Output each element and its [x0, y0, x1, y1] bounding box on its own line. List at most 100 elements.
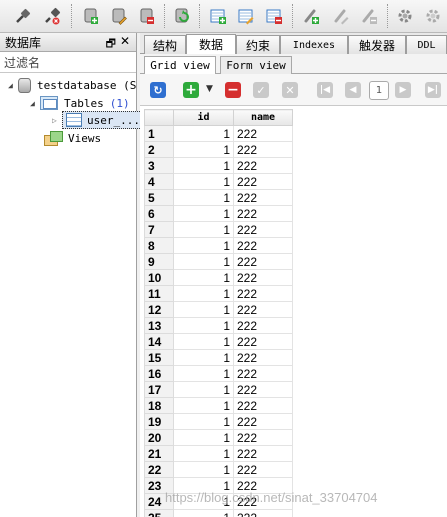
edit-table-icon[interactable] [235, 5, 257, 27]
commit-check-icon[interactable]: ✓ [253, 82, 269, 98]
row-number-cell[interactable]: 8 [144, 237, 174, 254]
delete-row-icon[interactable]: − [225, 82, 241, 98]
id-cell[interactable]: 1 [173, 269, 234, 286]
name-cell[interactable]: 222 [233, 445, 293, 462]
id-cell[interactable]: 1 [173, 141, 234, 158]
add-table-icon[interactable] [207, 5, 229, 27]
id-cell[interactable]: 1 [173, 285, 234, 302]
id-cell[interactable]: 1 [173, 237, 234, 254]
name-cell[interactable]: 222 [233, 365, 293, 382]
delete-index-icon[interactable] [358, 5, 380, 27]
table-row[interactable]: 17 1 222 [144, 381, 293, 398]
refresh-icon[interactable]: ↻ [150, 82, 166, 98]
name-cell[interactable]: 222 [233, 205, 293, 222]
expanded-caret-icon[interactable]: ◢ [8, 81, 18, 90]
previous-page-icon[interactable]: ◀ [345, 82, 361, 98]
row-number-header[interactable] [144, 109, 174, 126]
tab-data[interactable]: 数据 [186, 34, 236, 54]
tree-item-database[interactable]: ◢ testdatabase (S [8, 76, 136, 94]
row-number-cell[interactable]: 14 [144, 333, 174, 350]
tab-indexes[interactable]: Indexes [280, 35, 348, 54]
tree-item-views[interactable]: Views [44, 129, 101, 147]
page-number-field[interactable]: 1 [369, 81, 389, 100]
id-cell[interactable]: 1 [173, 157, 234, 174]
row-number-cell[interactable]: 9 [144, 253, 174, 270]
table-row[interactable]: 6 1 222 [144, 205, 293, 222]
name-cell[interactable]: 222 [233, 429, 293, 446]
column-header-name[interactable]: name [233, 109, 293, 126]
next-page-icon[interactable]: ▶ [395, 82, 411, 98]
options-gear-icon[interactable] [422, 5, 444, 27]
tree-item-table-user[interactable]: ▷ user_... [52, 111, 144, 129]
settings-gear-icon[interactable] [394, 5, 416, 27]
name-cell[interactable]: 222 [233, 333, 293, 350]
row-number-cell[interactable]: 16 [144, 365, 174, 382]
table-row[interactable]: 3 1 222 [144, 157, 293, 174]
table-row[interactable]: 22 1 222 [144, 461, 293, 478]
edit-index-icon[interactable] [330, 5, 352, 27]
table-row[interactable]: 251222 [144, 509, 293, 517]
row-number-cell[interactable]: 4 [144, 173, 174, 190]
tab-triggers[interactable]: 触发器 [348, 35, 406, 54]
add-database-icon[interactable] [80, 5, 102, 27]
id-cell[interactable]: 1 [173, 189, 234, 206]
row-number-cell[interactable]: 17 [144, 381, 174, 398]
table-row[interactable]: 13 1 222 [144, 317, 293, 334]
table-row[interactable]: 4 1 222 [144, 173, 293, 190]
name-cell[interactable]: 222 [233, 237, 293, 254]
name-cell[interactable]: 222 [233, 285, 293, 302]
id-cell[interactable]: 1 [173, 205, 234, 222]
table-row[interactable]: 19 1 222 [144, 413, 293, 430]
table-row[interactable]: 2 1 222 [144, 141, 293, 158]
name-cell[interactable]: 222 [233, 349, 293, 366]
name-cell[interactable]: 222 [233, 397, 293, 414]
tab-form-view[interactable]: Form view [220, 56, 292, 74]
id-cell[interactable]: 1 [173, 509, 234, 517]
tab-structure[interactable]: 结构 [144, 35, 186, 54]
table-row[interactable]: 8 1 222 [144, 237, 293, 254]
rollback-x-icon[interactable]: ✕ [282, 82, 298, 98]
name-cell[interactable]: 222 [233, 125, 293, 142]
table-row[interactable]: 18 1 222 [144, 397, 293, 414]
name-cell[interactable]: 222 [233, 253, 293, 270]
delete-table-icon[interactable] [263, 5, 285, 27]
add-index-icon[interactable] [300, 5, 322, 27]
row-number-cell[interactable]: 18 [144, 397, 174, 414]
row-number-cell[interactable]: 7 [144, 221, 174, 238]
table-row[interactable]: 20 1 222 [144, 429, 293, 446]
name-cell[interactable]: 222 [233, 381, 293, 398]
table-row[interactable]: 7 1 222 [144, 221, 293, 238]
id-cell[interactable]: 1 [173, 397, 234, 414]
id-cell[interactable]: 1 [173, 221, 234, 238]
table-row[interactable]: 10 1 222 [144, 269, 293, 286]
column-header-id[interactable]: id [173, 109, 234, 126]
disconnect-plug-icon[interactable] [41, 5, 63, 27]
id-cell[interactable]: 1 [173, 349, 234, 366]
row-number-cell[interactable]: 3 [144, 157, 174, 174]
name-cell[interactable]: 222 [233, 461, 293, 478]
id-cell[interactable]: 1 [173, 333, 234, 350]
filter-input[interactable]: 过滤名 [0, 52, 136, 73]
tab-constraints[interactable]: 约束 [236, 35, 280, 54]
row-number-cell[interactable]: 15 [144, 349, 174, 366]
id-cell[interactable]: 1 [173, 461, 234, 478]
id-cell[interactable]: 1 [173, 365, 234, 382]
add-row-icon[interactable]: + [183, 82, 199, 98]
selected-table[interactable]: user_... [62, 111, 144, 129]
connect-plug-icon[interactable] [12, 5, 34, 27]
row-number-cell[interactable]: 21 [144, 445, 174, 462]
table-row[interactable]: 9 1 222 [144, 253, 293, 270]
row-number-cell[interactable]: 20 [144, 429, 174, 446]
id-cell[interactable]: 1 [173, 445, 234, 462]
tree-item-tables[interactable]: ◢ Tables (1) [30, 94, 130, 112]
id-cell[interactable]: 1 [173, 413, 234, 430]
table-row[interactable]: 1 1 222 [144, 125, 293, 142]
name-cell[interactable]: 222 [233, 509, 293, 517]
row-number-cell[interactable]: 1 [144, 125, 174, 142]
delete-database-icon[interactable] [136, 5, 158, 27]
table-row[interactable]: 11 1 222 [144, 285, 293, 302]
name-cell[interactable]: 222 [233, 269, 293, 286]
row-number-cell[interactable]: 25 [144, 509, 174, 517]
table-row[interactable]: 5 1 222 [144, 189, 293, 206]
row-number-cell[interactable]: 6 [144, 205, 174, 222]
